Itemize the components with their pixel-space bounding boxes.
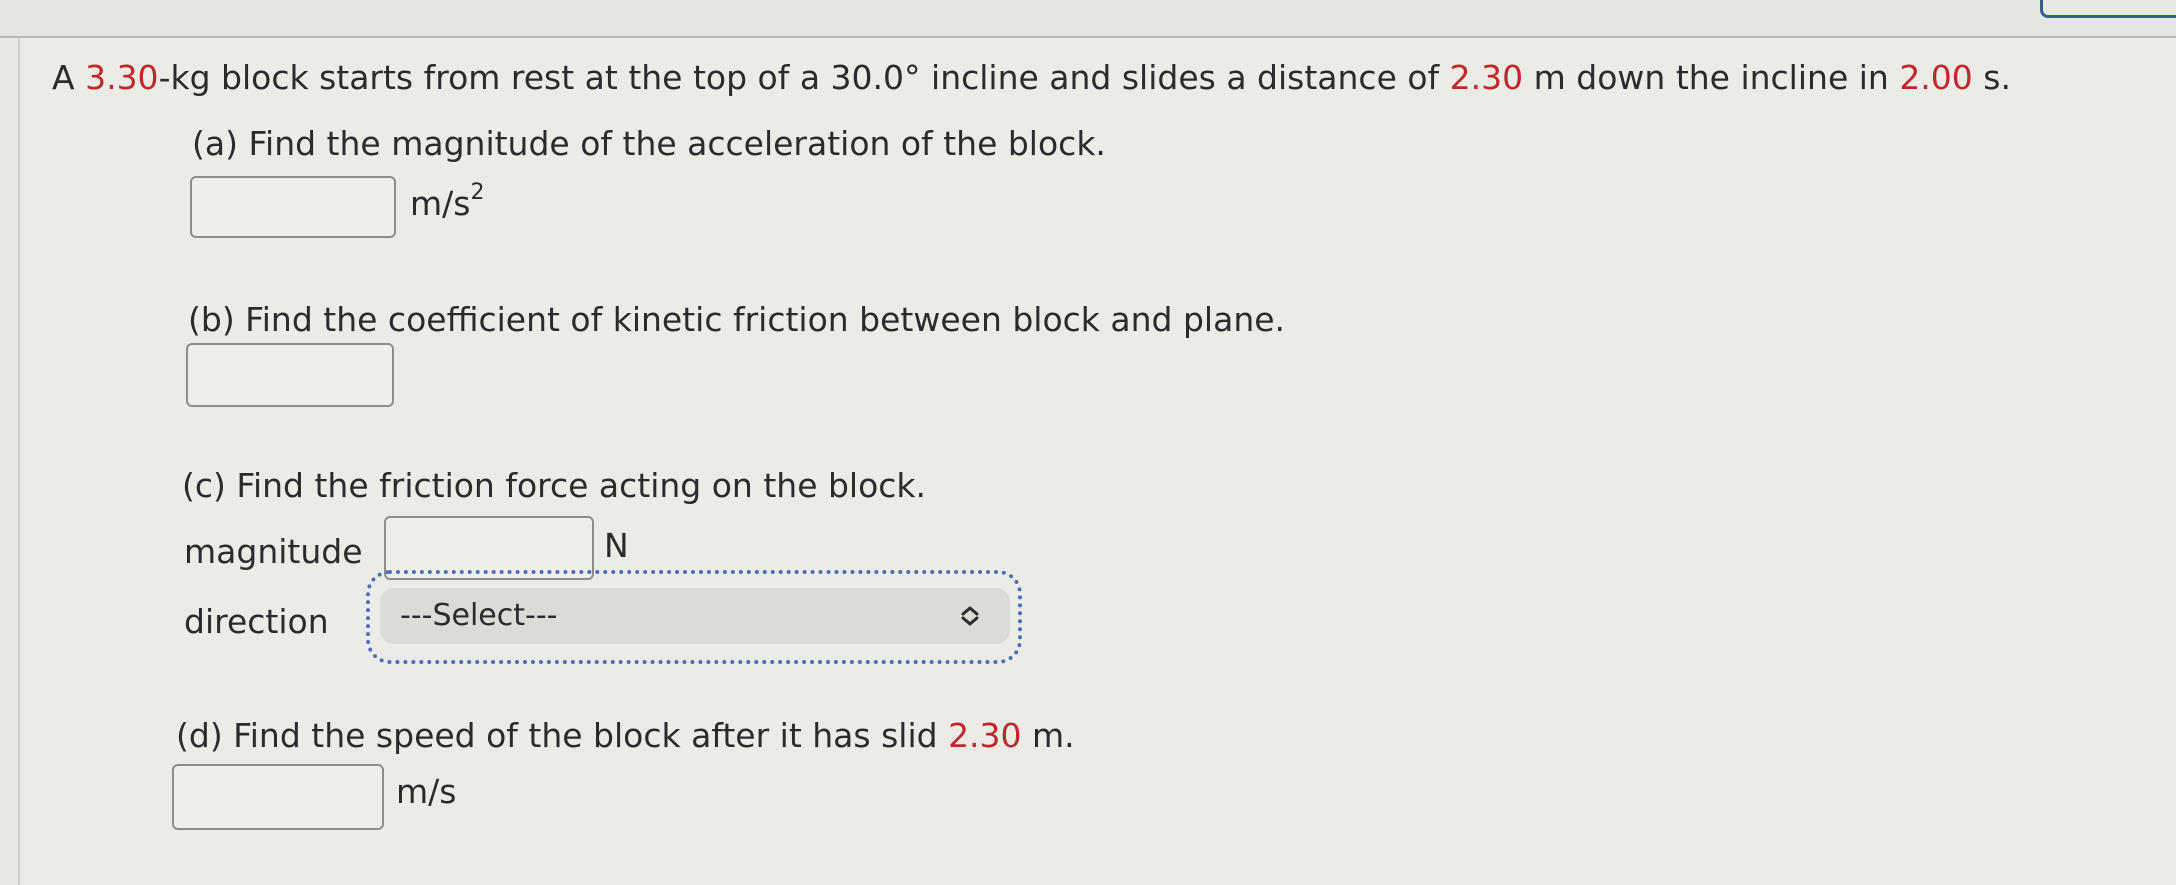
part-d-distance-value: 2.30 xyxy=(948,716,1022,755)
direction-select-value: ---Select--- xyxy=(400,598,558,633)
problem-text: m down the incline in xyxy=(1523,58,1900,97)
top-bar-button[interactable] xyxy=(2040,0,2176,18)
problem-text: incline and slides a distance of xyxy=(920,58,1450,97)
part-c-question: (c) Find the friction force acting on th… xyxy=(182,466,927,505)
top-bar xyxy=(0,0,2176,38)
problem-text: -kg block starts from rest at the top of… xyxy=(158,58,831,97)
magnitude-unit: N xyxy=(604,526,629,565)
problem-text: s. xyxy=(1972,58,2011,97)
part-d-unit: m/s xyxy=(396,772,457,811)
part-d-answer-input[interactable] xyxy=(172,764,384,830)
mass-value: 3.30 xyxy=(85,58,159,97)
problem-statement: A 3.30-kg block starts from rest at the … xyxy=(52,58,2011,98)
time-value: 2.00 xyxy=(1899,58,1973,97)
question-panel xyxy=(18,38,2176,885)
part-d-question: (d) Find the speed of the block after it… xyxy=(176,716,1075,755)
part-a-unit: m/s2 xyxy=(410,180,485,223)
part-b-question: (b) Find the coefficient of kinetic fric… xyxy=(188,300,1286,339)
direction-label: direction xyxy=(184,602,329,641)
chevron-up-down-icon xyxy=(960,588,980,644)
distance-value: 2.30 xyxy=(1449,58,1524,97)
magnitude-label: magnitude xyxy=(184,532,363,571)
part-b-answer-input[interactable] xyxy=(186,343,394,407)
part-a-question: (a) Find the magnitude of the accelerati… xyxy=(192,124,1106,163)
problem-text: A xyxy=(52,58,86,97)
part-a-answer-input[interactable] xyxy=(190,176,396,238)
angle-value: 30.0° xyxy=(830,58,921,97)
direction-select[interactable]: ---Select--- xyxy=(380,588,1010,644)
